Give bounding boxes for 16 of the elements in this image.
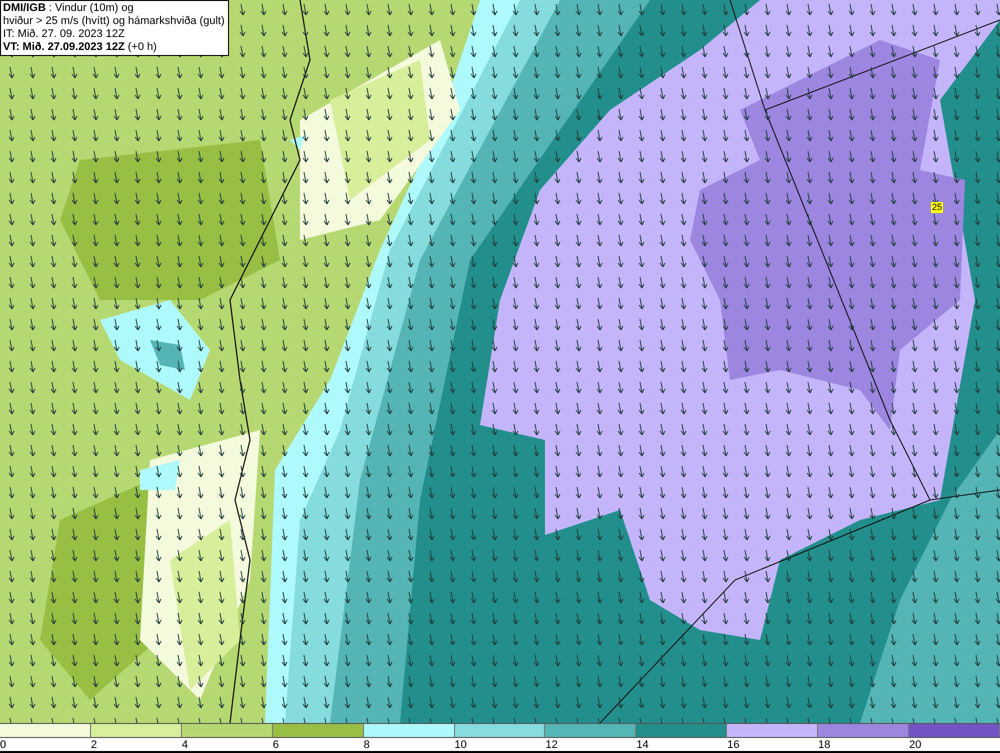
legend-tick-label: 4	[182, 738, 188, 752]
gust-value-label: 25	[931, 202, 944, 213]
title-text-line: IT: Mið. 27. 09. 2023 12Z	[3, 28, 126, 41]
title-text-line: hviður > 25 m/s (hvítt) og hámarkshviða (gult)	[3, 15, 226, 28]
legend-tick-label: 2	[90, 738, 98, 752]
title-text-line: DMI/IGB : Vindur (10m) og	[3, 2, 135, 15]
legend-tick-label: 0	[0, 738, 6, 752]
legend-tick-label: 12	[545, 738, 558, 752]
legend-tick-label: 8	[364, 738, 370, 752]
legend-tick-label: 6	[272, 738, 279, 752]
title-text-line: VT: Mið. 27.09.2023 12Z (+0 h)	[3, 41, 158, 54]
legend-tick-label: 16	[727, 738, 740, 752]
legend-tick-label: 10	[454, 738, 467, 752]
legend-tick-label: 18	[818, 738, 830, 752]
legend-tick-label: 14	[636, 738, 649, 752]
legend-tick-label: 20	[909, 738, 922, 752]
